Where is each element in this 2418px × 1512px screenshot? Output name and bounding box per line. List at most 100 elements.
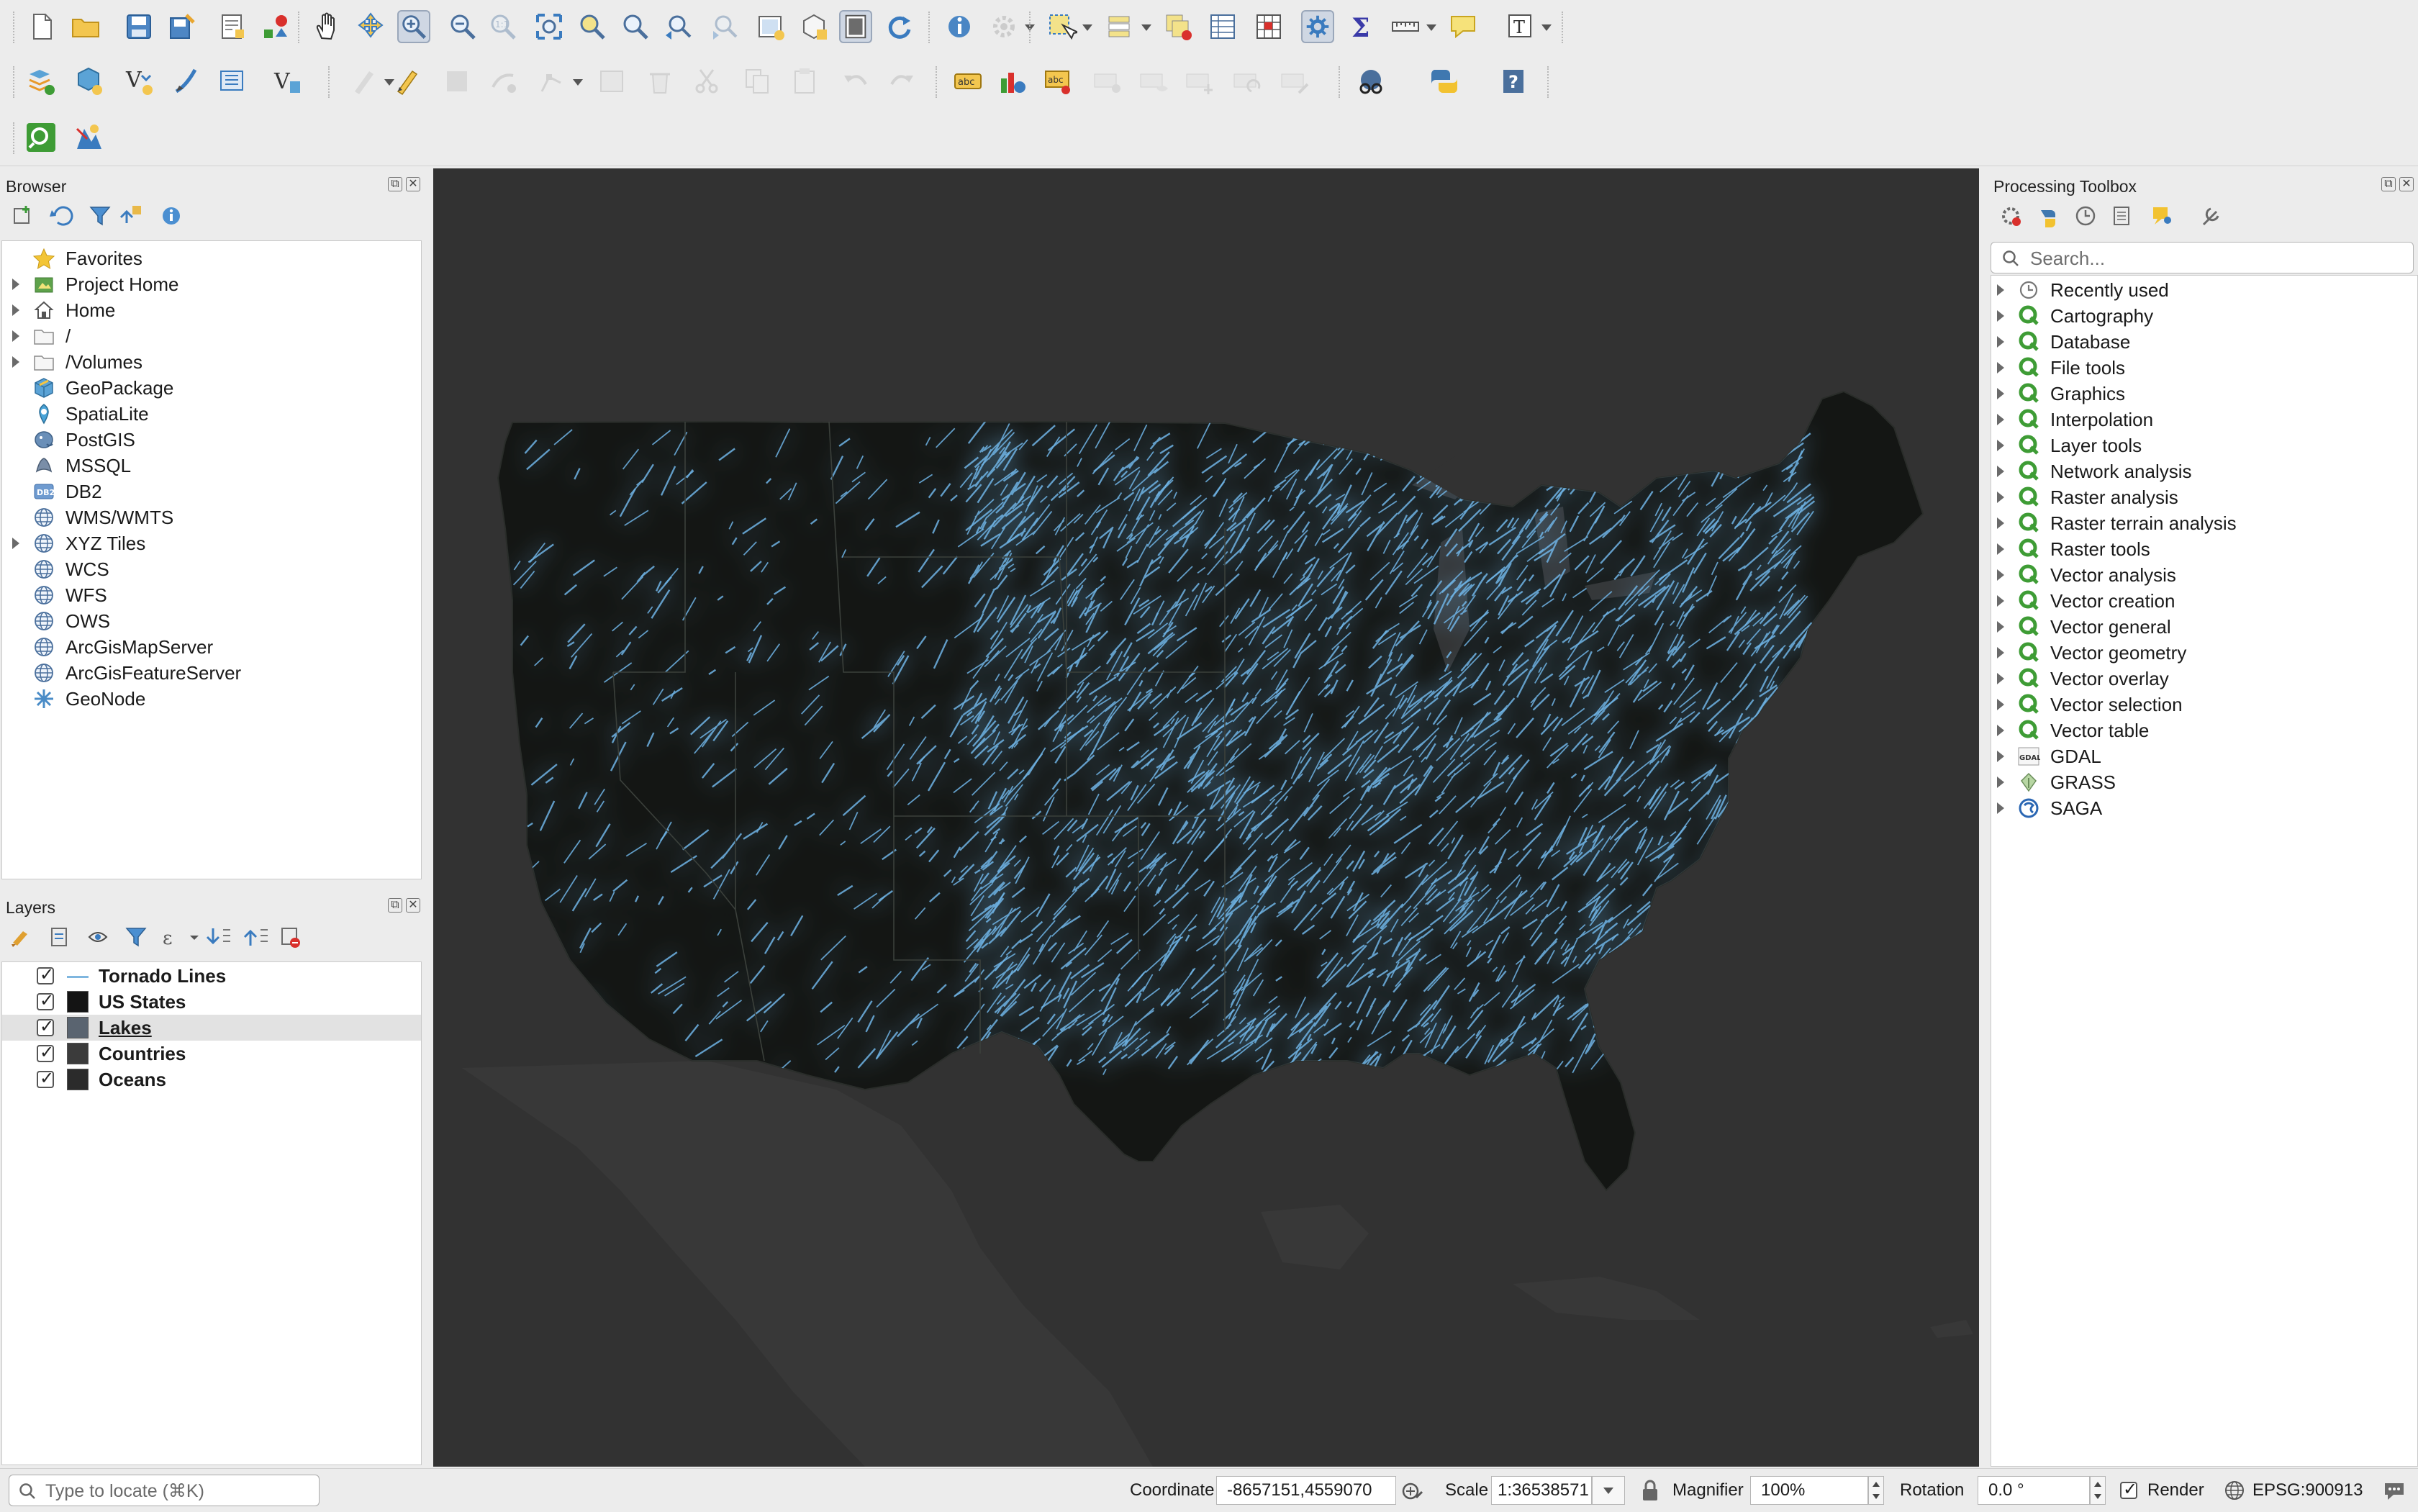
toolbox-group-graphics[interactable]: Graphics bbox=[1991, 381, 2417, 407]
select-features-button[interactable] bbox=[1045, 10, 1078, 43]
current-edits-button[interactable] bbox=[347, 65, 380, 98]
expand-arrow-icon[interactable] bbox=[12, 279, 19, 290]
layer-visibility-checkbox[interactable] bbox=[37, 1068, 54, 1088]
help-button[interactable]: ? bbox=[1497, 65, 1530, 98]
layer-labeling-button[interactable]: abc bbox=[1041, 65, 1074, 98]
expand-arrow-icon[interactable] bbox=[1997, 595, 2004, 607]
move-label-button[interactable] bbox=[1183, 65, 1216, 98]
zoom-to-layer-button[interactable] bbox=[619, 10, 652, 43]
deselect-button[interactable] bbox=[1162, 10, 1195, 43]
copy-features-button[interactable] bbox=[741, 65, 774, 98]
measure-button[interactable] bbox=[1389, 10, 1422, 43]
toolbox-group-vector-general[interactable]: Vector general bbox=[1991, 614, 2417, 640]
expand-arrow-icon[interactable] bbox=[1997, 647, 2004, 658]
vertex-tool-button[interactable] bbox=[535, 65, 569, 98]
new-project-button[interactable] bbox=[26, 10, 59, 43]
browser-item-mssql[interactable]: MSSQL bbox=[2, 453, 421, 479]
browser-item-volumes[interactable]: /Volumes bbox=[2, 349, 421, 375]
browser-item-geopackage[interactable]: GeoPackage bbox=[2, 375, 421, 401]
new-map-view-button[interactable] bbox=[754, 10, 787, 43]
lock-scale-icon[interactable] bbox=[1641, 1479, 1659, 1502]
identify-button[interactable] bbox=[943, 10, 976, 43]
expand-arrow-icon[interactable] bbox=[1997, 388, 2004, 399]
processing-toolbar-icons[interactable] bbox=[1995, 200, 2240, 232]
browser-item-arcgisfeatureserver[interactable]: ArcGisFeatureServer bbox=[2, 660, 421, 686]
toolbox-group-database[interactable]: Database bbox=[1991, 329, 2417, 355]
temporal-controller-button[interactable] bbox=[839, 10, 872, 43]
change-label-button[interactable] bbox=[1278, 65, 1311, 98]
scale-field[interactable]: 1:36538571 bbox=[1491, 1476, 1592, 1505]
layer-visibility-checkbox[interactable] bbox=[37, 1016, 54, 1036]
save-as-button[interactable] bbox=[166, 10, 199, 43]
float-panel-icon[interactable]: ⧉ bbox=[388, 898, 402, 913]
rotate-label-button[interactable] bbox=[1231, 65, 1264, 98]
browser-item-xyz-tiles[interactable]: XYZ Tiles bbox=[2, 530, 421, 556]
expand-arrow-icon[interactable] bbox=[1997, 284, 2004, 296]
coordinate-field[interactable]: -8657151,4559070 bbox=[1216, 1476, 1396, 1505]
expand-arrow-icon[interactable] bbox=[1997, 362, 2004, 374]
expand-arrow-icon[interactable] bbox=[1997, 569, 2004, 581]
crs-label[interactable]: EPSG:900913 bbox=[2252, 1480, 2363, 1500]
scale-dropdown-button[interactable] bbox=[1592, 1476, 1625, 1505]
rotation-field[interactable]: 0.0 ° bbox=[1978, 1476, 2090, 1505]
field-calculator-button[interactable] bbox=[1252, 10, 1285, 43]
chevron-down-icon[interactable] bbox=[1082, 24, 1092, 31]
expand-arrow-icon[interactable] bbox=[1997, 336, 2004, 348]
toolbox-group-vector-creation[interactable]: Vector creation bbox=[1991, 588, 2417, 614]
toolbox-group-raster-analysis[interactable]: Raster analysis bbox=[1991, 484, 2417, 510]
new-temporary-layer-button[interactable]: V bbox=[271, 65, 304, 98]
modify-attributes-button[interactable] bbox=[596, 65, 629, 98]
close-panel-icon[interactable]: ✕ bbox=[406, 898, 420, 913]
paste-features-button[interactable] bbox=[789, 65, 822, 98]
layer-row-oceans[interactable]: Oceans bbox=[2, 1067, 421, 1092]
toolbox-group-recently-used[interactable]: Recently used bbox=[1991, 277, 2417, 303]
pin-labels-button[interactable] bbox=[1091, 65, 1124, 98]
browser-item-db2[interactable]: DB2 DB2 bbox=[2, 479, 421, 504]
expand-arrow-icon[interactable] bbox=[12, 304, 19, 316]
zoom-next-button[interactable] bbox=[708, 10, 741, 43]
layer-row-lakes[interactable]: Lakes bbox=[2, 1015, 421, 1041]
map-tips-button[interactable] bbox=[1446, 10, 1480, 43]
toolbox-group-grass[interactable]: GRASS bbox=[1991, 769, 2417, 795]
print-layout-button[interactable] bbox=[216, 10, 249, 43]
delete-selected-button[interactable] bbox=[643, 65, 676, 98]
expand-arrow-icon[interactable] bbox=[1997, 310, 2004, 322]
add-feature-button[interactable] bbox=[486, 65, 520, 98]
browser-item-spatialite[interactable]: SpatiaLite bbox=[2, 401, 421, 427]
float-panel-icon[interactable]: ⧉ bbox=[388, 177, 402, 191]
messages-icon[interactable] bbox=[2382, 1480, 2406, 1502]
browser-item-postgis[interactable]: PostGIS bbox=[2, 427, 421, 453]
magnifier-spinner[interactable] bbox=[1868, 1476, 1884, 1505]
zoom-native-button[interactable]: 1:1 bbox=[486, 10, 520, 43]
toolbox-group-cartography[interactable]: Cartography bbox=[1991, 303, 2417, 329]
toggle-extents-icon[interactable] bbox=[1400, 1479, 1425, 1503]
toolbox-group-layer-tools[interactable]: Layer tools bbox=[1991, 433, 2417, 458]
locator-input[interactable] bbox=[44, 1479, 313, 1503]
browser-item-[interactable]: / bbox=[2, 323, 421, 349]
undo-button[interactable] bbox=[839, 65, 872, 98]
layer-row-tornado-lines[interactable]: Tornado Lines bbox=[2, 963, 421, 989]
expand-arrow-icon[interactable] bbox=[1997, 777, 2004, 788]
processing-search-input[interactable] bbox=[2029, 246, 2406, 271]
text-annotation-button[interactable]: T bbox=[1504, 10, 1537, 43]
toolbox-group-vector-geometry[interactable]: Vector geometry bbox=[1991, 640, 2417, 666]
new-spatialite-button[interactable] bbox=[170, 65, 203, 98]
processing-toolbox-button[interactable] bbox=[1301, 10, 1334, 43]
style-manager-button[interactable] bbox=[259, 10, 292, 43]
toggle-editing-button[interactable] bbox=[390, 65, 423, 98]
expand-arrow-icon[interactable] bbox=[1997, 517, 2004, 529]
processing-search-box[interactable] bbox=[1991, 242, 2414, 273]
expand-arrow-icon[interactable] bbox=[1997, 802, 2004, 814]
layer-row-countries[interactable]: Countries bbox=[2, 1041, 421, 1067]
chevron-down-icon[interactable] bbox=[1541, 24, 1552, 31]
close-panel-icon[interactable]: ✕ bbox=[2399, 177, 2414, 191]
zoom-last-button[interactable] bbox=[662, 10, 695, 43]
zoom-to-selection-button[interactable] bbox=[576, 10, 609, 43]
expand-arrow-icon[interactable] bbox=[1997, 543, 2004, 555]
metasearch-button[interactable] bbox=[1354, 65, 1387, 98]
render-checkbox[interactable]: ✓ bbox=[2120, 1479, 2137, 1499]
cut-features-button[interactable] bbox=[691, 65, 724, 98]
show-hide-labels-button[interactable] bbox=[1137, 65, 1170, 98]
pan-button[interactable] bbox=[311, 10, 344, 43]
browser-toolbar-icons[interactable] bbox=[4, 200, 191, 232]
